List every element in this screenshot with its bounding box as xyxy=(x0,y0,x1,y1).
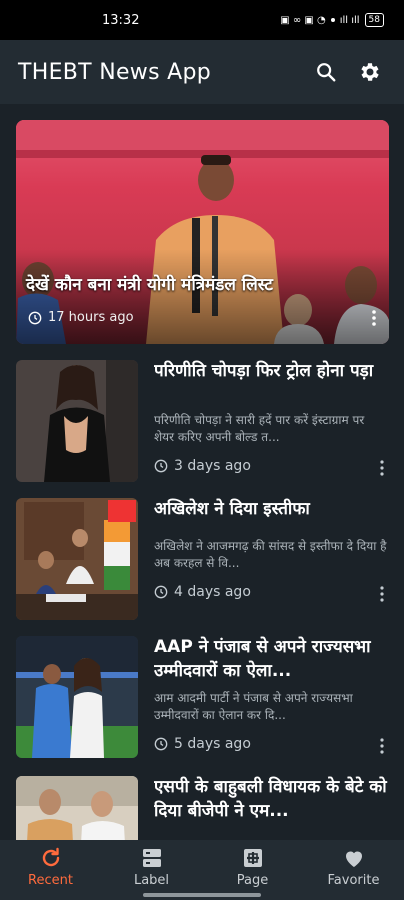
news-feed[interactable]: देखें कौन बना मंत्री योगी मंत्रिमंडल लिस… xyxy=(0,104,404,840)
featured-title: देखें कौन बना मंत्री योगी मंत्रिमंडल लिस… xyxy=(26,275,273,295)
status-time: 13:32 xyxy=(102,12,140,28)
heart-icon xyxy=(345,851,362,867)
refresh-icon xyxy=(42,847,59,867)
article-card[interactable]: एसपी के बाहुबली विधायक के बेटे को दिया ब… xyxy=(16,776,389,840)
article-thumbnail xyxy=(16,360,138,482)
article-more-button[interactable] xyxy=(379,738,385,758)
nav-label: Recent xyxy=(28,873,73,888)
featured-more-button[interactable] xyxy=(371,310,377,330)
article-thumbnail xyxy=(16,498,138,620)
article-description: परिणीति चोपड़ा ने सारी हदें पार करें इंस… xyxy=(154,413,365,444)
nav-label: Favorite xyxy=(327,873,380,888)
featured-gradient xyxy=(16,249,389,344)
nav-favorite[interactable]: Favorite xyxy=(314,846,394,888)
article-description: आम आदमी पार्टी ने पंजाब से अपने राज्यसभा… xyxy=(154,691,353,722)
nav-label: Page xyxy=(236,873,269,888)
featured-timestamp: 17 hours ago xyxy=(28,310,134,325)
nav-recent[interactable]: Recent xyxy=(11,846,91,888)
article-title: परिणीति चोपड़ा फिर ट्रोल होना पड़ा xyxy=(154,361,374,381)
nav-label: Label xyxy=(133,873,170,888)
article-time-text: 5 days ago xyxy=(174,736,251,752)
more-vertical-icon xyxy=(380,460,384,476)
label-icon xyxy=(142,849,161,867)
dot-icon xyxy=(330,18,335,22)
article-time-text: 3 days ago xyxy=(174,458,251,474)
article-thumbnail xyxy=(16,776,138,840)
article-card[interactable]: परिणीति चोपड़ा फिर ट्रोल होना पड़ा परिणी… xyxy=(16,360,389,482)
article-timestamp: 4 days ago xyxy=(154,584,251,600)
article-card[interactable]: अखिलेश ने दिया इस्तीफा अखिलेश ने आजमगढ़ … xyxy=(16,498,389,620)
settings-button[interactable] xyxy=(352,54,388,90)
notification-icons: ▣ ∞ ▣ ◔ xyxy=(280,14,326,26)
search-button[interactable] xyxy=(308,54,344,90)
search-icon xyxy=(317,63,336,82)
clock-icon xyxy=(154,737,168,751)
more-vertical-icon xyxy=(380,738,384,754)
article-timestamp: 5 days ago xyxy=(154,736,251,752)
article-time-text: 4 days ago xyxy=(174,584,251,600)
clock-icon xyxy=(154,459,168,473)
article-more-button[interactable] xyxy=(379,586,385,606)
status-icons: ▣ ∞ ▣ ◔ ıll ıll 58 xyxy=(280,13,384,27)
more-vertical-icon xyxy=(380,586,384,602)
more-vertical-icon xyxy=(372,310,376,326)
nav-label-tab[interactable]: Label xyxy=(112,846,192,888)
article-title: AAP ने पंजाब से अपने राज्यसभा उम्मीदवारो… xyxy=(154,637,371,681)
page-icon xyxy=(243,849,262,867)
gear-icon xyxy=(361,63,379,81)
battery-icon: 58 xyxy=(364,13,384,27)
article-timestamp: 3 days ago xyxy=(154,458,251,474)
article-card[interactable]: AAP ने पंजाब से अपने राज्यसभा उम्मीदवारो… xyxy=(16,636,389,758)
clock-icon xyxy=(154,585,168,599)
home-indicator[interactable] xyxy=(143,893,261,897)
article-title: एसपी के बाहुबली विधायक के बेटे को दिया ब… xyxy=(154,777,387,821)
article-more-button[interactable] xyxy=(379,460,385,480)
signal-icon: ıll ıll xyxy=(339,14,360,26)
article-title: अखिलेश ने दिया इस्तीफा xyxy=(154,499,310,519)
featured-time-text: 17 hours ago xyxy=(48,310,134,325)
app-bar: THEBT News App xyxy=(0,40,404,104)
app-title: THEBT News App xyxy=(18,59,212,85)
status-bar: 13:32 ▣ ∞ ▣ ◔ ıll ıll 58 xyxy=(0,0,404,40)
featured-article[interactable]: देखें कौन बना मंत्री योगी मंत्रिमंडल लिस… xyxy=(16,120,389,344)
nav-page[interactable]: Page xyxy=(213,846,293,888)
bottom-navigation: Recent Label Page Favorite xyxy=(0,840,404,900)
article-thumbnail xyxy=(16,636,138,758)
article-description: अखिलेश ने आजमगढ़ की सांसद से इस्तीफा दे … xyxy=(154,539,387,570)
clock-icon xyxy=(28,311,42,324)
